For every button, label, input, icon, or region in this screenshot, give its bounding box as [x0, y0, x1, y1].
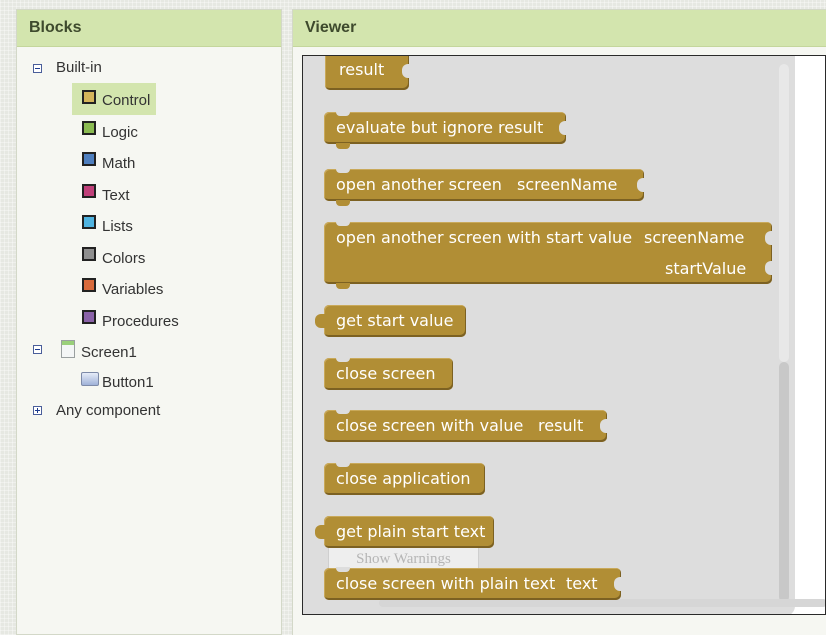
- tab-icon: [336, 283, 350, 289]
- category-label: Colors: [102, 250, 146, 267]
- block-param-label: screenName: [644, 228, 745, 247]
- block-label: result: [339, 60, 385, 79]
- result-block[interactable]: result: [325, 56, 410, 90]
- text-swatch-icon: [82, 184, 96, 198]
- socket-icon: [600, 419, 608, 433]
- tree-builtin-label[interactable]: Built-in: [56, 55, 102, 81]
- blocks-workspace[interactable]: Show Warnings result evaluate but ignore…: [302, 55, 826, 615]
- socket-icon: [765, 261, 773, 275]
- tree-any-component-label[interactable]: Any component: [56, 398, 160, 424]
- procedures-swatch-icon: [82, 310, 96, 324]
- expand-icon[interactable]: [33, 406, 42, 415]
- block-label: close screen: [336, 364, 436, 383]
- category-label: Logic: [102, 124, 138, 141]
- close-screen-with-plain-text-block[interactable]: close screen with plain text text: [324, 567, 622, 600]
- flyout-scroll-track: [779, 64, 789, 362]
- viewer-panel-title: Viewer: [293, 10, 826, 47]
- collapse-icon[interactable]: [33, 64, 42, 73]
- math-swatch-icon: [82, 152, 96, 166]
- socket-icon: [402, 64, 410, 78]
- block-param-label: result: [538, 416, 584, 435]
- open-another-screen-with-start-value-block[interactable]: open another screen with start value scr…: [324, 221, 773, 289]
- category-label: Control: [102, 92, 151, 109]
- plug-icon: [315, 314, 325, 328]
- socket-icon: [559, 121, 567, 135]
- block-label: evaluate but ignore result: [336, 118, 544, 137]
- get-start-value-block[interactable]: get start value: [315, 305, 466, 337]
- block-label: get plain start text: [336, 522, 486, 541]
- close-screen-with-value-block[interactable]: close screen with value result: [324, 409, 608, 442]
- get-plain-start-text-block[interactable]: get plain start text: [315, 516, 494, 548]
- category-label: Text: [102, 187, 130, 204]
- screen-icon: [61, 340, 75, 358]
- close-screen-block[interactable]: close screen: [324, 357, 453, 390]
- block-label: close application: [336, 469, 471, 488]
- blocks-panel-title: Blocks: [17, 10, 281, 47]
- lists-swatch-icon: [82, 215, 96, 229]
- socket-icon: [614, 577, 622, 591]
- open-another-screen-block[interactable]: open another screen screenName: [324, 168, 645, 206]
- control-swatch-icon: [82, 90, 96, 104]
- block-param2-label: startValue: [665, 259, 747, 278]
- category-label: Math: [102, 155, 136, 172]
- block-param-label: screenName: [517, 175, 618, 194]
- button-component-icon: [81, 372, 99, 386]
- socket-icon: [765, 231, 773, 245]
- block-label: close screen with value: [336, 416, 524, 435]
- category-label: Variables: [102, 281, 164, 298]
- tab-icon: [336, 200, 350, 206]
- block-label: close screen with plain text: [336, 574, 556, 593]
- block-param-label: text: [566, 574, 598, 593]
- socket-icon: [637, 178, 645, 192]
- block-label: open another screen: [336, 175, 502, 194]
- close-application-block[interactable]: close application: [324, 462, 485, 495]
- collapse-icon[interactable]: [33, 345, 42, 354]
- tree-button1-label[interactable]: Button1: [102, 370, 154, 396]
- tab-icon: [336, 143, 350, 149]
- workspace-horizontal-scrollbar[interactable]: [379, 599, 825, 607]
- flyout-scrollbar[interactable]: [779, 362, 789, 602]
- plug-icon: [315, 525, 325, 539]
- logic-swatch-icon: [82, 121, 96, 135]
- category-label: Lists: [102, 218, 133, 235]
- category-label: Procedures: [102, 313, 179, 330]
- variables-swatch-icon: [82, 278, 96, 292]
- tree-screen1-label[interactable]: Screen1: [81, 340, 137, 366]
- colors-swatch-icon: [82, 247, 96, 261]
- evaluate-but-ignore-block[interactable]: evaluate but ignore result: [324, 111, 567, 149]
- block-label: open another screen with start value: [336, 228, 633, 247]
- block-label: get start value: [336, 311, 454, 330]
